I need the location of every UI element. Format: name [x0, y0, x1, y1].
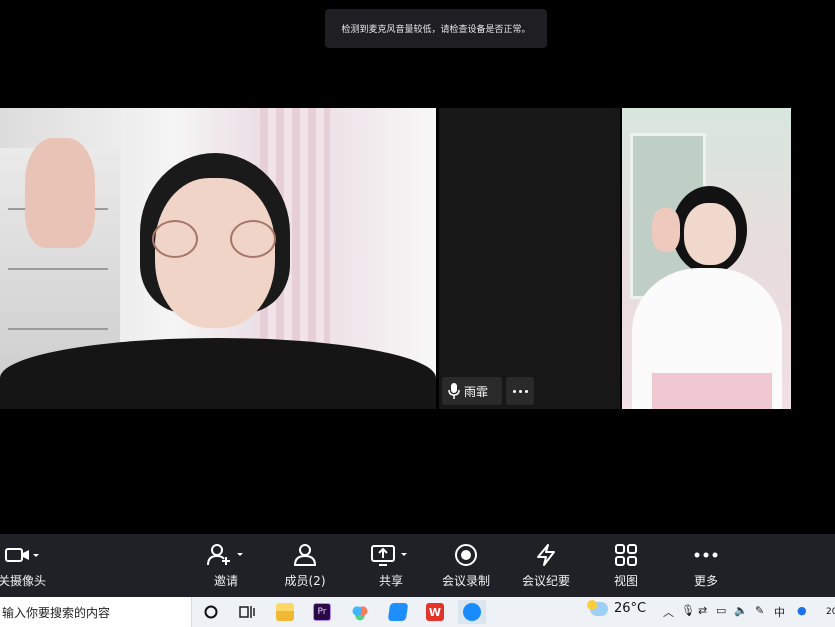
participant-more-button[interactable] — [506, 377, 534, 405]
task-view-icon[interactable] — [233, 600, 261, 624]
cortana-circle-icon[interactable] — [197, 600, 225, 624]
wps-office-icon[interactable]: W — [421, 600, 449, 624]
windows-taskbar: 输入你要搜索的内容 Pr W 26°C ︿ 🎙 ⇄ ▭ 🔈 ✎ 中 ● 20 — [0, 597, 835, 627]
feishu-icon[interactable] — [384, 600, 412, 624]
minutes-label: 会议纪要 — [521, 573, 570, 588]
battery-icon[interactable]: ▭ — [716, 604, 726, 617]
grid-view-icon — [615, 543, 637, 567]
input-method-icon[interactable]: ● — [797, 604, 807, 617]
video-tile-self[interactable] — [0, 108, 436, 409]
pen-icon[interactable]: ✎ — [755, 604, 764, 617]
remote-face — [684, 203, 736, 265]
baidu-netdisk-icon[interactable] — [346, 600, 374, 624]
weather-cloud-sun-icon — [587, 599, 608, 616]
ime-indicator[interactable]: 中 — [774, 604, 785, 620]
invite-label: 邀请 — [213, 573, 238, 588]
camera-label: 关摄像头 — [0, 573, 46, 588]
participant-name: 雨霏 — [464, 384, 489, 399]
add-user-icon — [206, 543, 246, 567]
members-label: 成员(2) — [284, 573, 326, 588]
tencent-meeting-icon[interactable] — [458, 600, 486, 624]
glasses-right — [230, 220, 276, 258]
search-placeholder: 输入你要搜索的内容 — [2, 605, 111, 620]
share-button[interactable]: 共享 — [356, 534, 426, 597]
more-label: 更多 — [693, 573, 718, 588]
record-icon — [454, 543, 478, 567]
record-button[interactable]: 会议录制 — [431, 534, 501, 597]
share-label: 共享 — [378, 573, 403, 588]
toast-message: 检测到麦克风音量较低，请检查设备是否正常。 — [341, 25, 531, 35]
premiere-pro-icon[interactable]: Pr — [308, 600, 336, 624]
temperature: 26°C — [614, 601, 647, 616]
record-label: 会议录制 — [441, 573, 490, 588]
participant-name-chip: 雨霏 — [442, 377, 502, 405]
video-camera-icon — [5, 543, 39, 567]
low-mic-volume-toast: 检测到麦克风音量较低，请检查设备是否正常。 — [325, 9, 547, 48]
file-explorer-icon[interactable] — [271, 600, 299, 624]
chevron-up-icon[interactable]: ︿ — [663, 604, 674, 620]
remote-ok-hand — [652, 208, 680, 252]
invite-button[interactable]: 邀请 — [191, 534, 261, 597]
view-label: 视图 — [613, 573, 638, 588]
view-button[interactable]: 视图 — [591, 534, 661, 597]
more-button[interactable]: 更多 — [671, 534, 741, 597]
video-stage: 雨霏 — [0, 0, 835, 534]
minutes-button[interactable]: 会议纪要 — [511, 534, 581, 597]
ai-minutes-icon — [534, 543, 558, 567]
microphone-tray-icon[interactable]: 🎙 — [681, 604, 695, 617]
members-icon — [293, 543, 317, 567]
video-tile-remote[interactable] — [622, 108, 791, 409]
remote-skirt — [652, 373, 772, 409]
more-icon — [694, 543, 718, 567]
meeting-toolbar: 关摄像头 邀请 成员(2) 共享 会议录制 会议纪要 视图 更多 — [0, 534, 835, 597]
microphone-icon — [448, 383, 460, 399]
clock-fragment[interactable]: 20 — [826, 607, 835, 617]
volume-icon[interactable]: 🔈 — [734, 604, 748, 617]
network-icon[interactable]: ⇄ — [698, 604, 707, 617]
taskbar-search-input[interactable]: 输入你要搜索的内容 — [0, 597, 192, 627]
members-button[interactable]: 成员(2) — [270, 534, 340, 597]
screen-share-icon — [371, 543, 411, 567]
ok-hand-gesture — [25, 138, 95, 248]
weather-widget[interactable]: 26°C — [587, 599, 647, 616]
video-tile-remote-bg — [439, 108, 620, 409]
glasses-left — [152, 220, 198, 258]
participant-shirt — [0, 338, 436, 409]
camera-button[interactable]: 关摄像头 — [0, 534, 52, 597]
